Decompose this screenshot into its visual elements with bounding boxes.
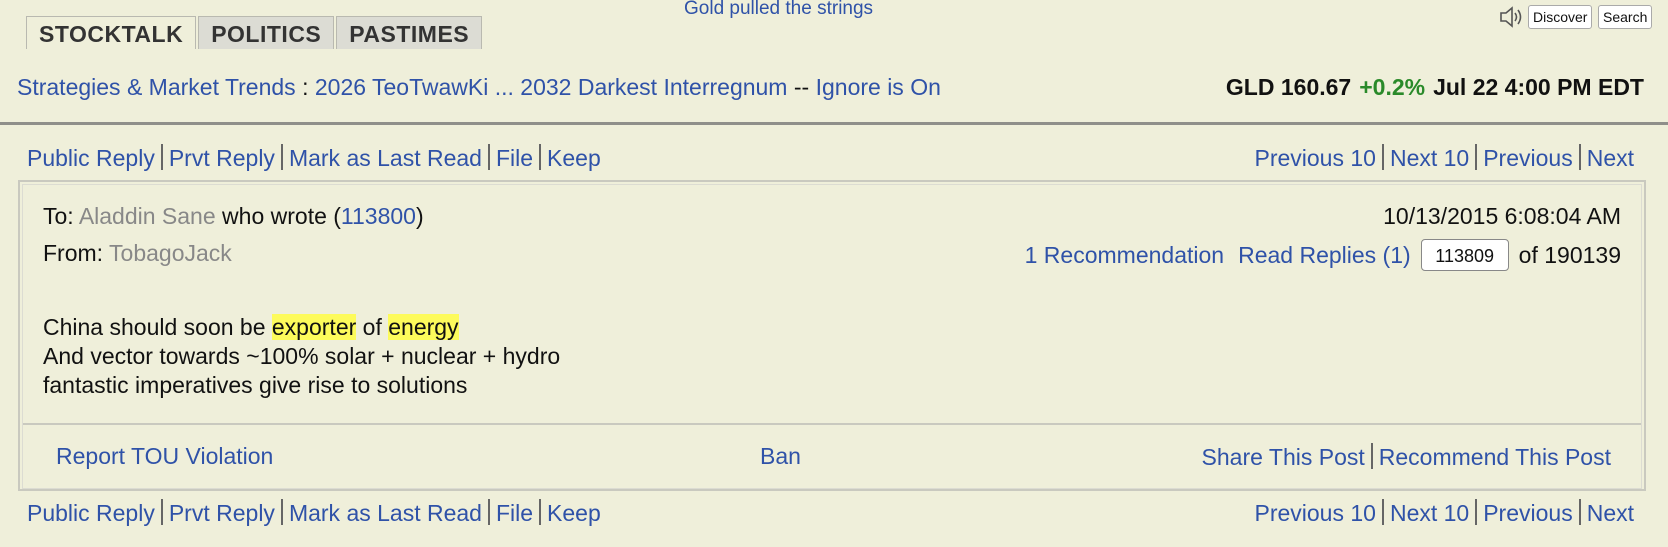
tab-pastimes[interactable]: PASTIMES: [336, 16, 483, 49]
section-tabs: STOCKTALK POLITICS PASTIMES: [26, 16, 484, 50]
file-link[interactable]: File: [496, 500, 533, 526]
previous-10-link[interactable]: Previous 10: [1254, 145, 1375, 171]
previous-link[interactable]: Previous: [1483, 145, 1572, 171]
keep-link[interactable]: Keep: [547, 500, 601, 526]
report-violation-link[interactable]: Report TOU Violation: [56, 443, 273, 470]
mark-last-read-link[interactable]: Mark as Last Read: [289, 500, 482, 526]
separator: [1578, 144, 1581, 170]
recommendations-link[interactable]: 1 Recommendation: [1025, 242, 1224, 269]
next-10-link[interactable]: Next 10: [1390, 500, 1469, 526]
thread-link[interactable]: 2026 TeoTwawKi ... 2032 Darkest Interreg…: [315, 74, 788, 100]
post-datetime: 10/13/2015 6:08:04 AM: [1383, 203, 1621, 229]
post-share-links: Share This Post Recommend This Post: [1202, 443, 1611, 471]
body-line-1: China should soon be exporter of energy: [43, 313, 560, 342]
separator: [280, 499, 283, 525]
to-line: To: Aladdin Sane who wrote (113800): [43, 203, 424, 230]
recommend-post-link[interactable]: Recommend This Post: [1379, 444, 1611, 470]
header-divider: [0, 122, 1668, 125]
highlighted-word: energy: [388, 314, 459, 340]
previous-10-link[interactable]: Previous 10: [1254, 500, 1375, 526]
private-reply-link[interactable]: Prvt Reply: [169, 500, 275, 526]
public-reply-link[interactable]: Public Reply: [27, 500, 155, 526]
board-link[interactable]: Strategies & Market Trends: [17, 74, 296, 100]
tab-stocktalk[interactable]: STOCKTALK: [26, 16, 197, 49]
next-10-link[interactable]: Next 10: [1390, 145, 1469, 171]
tab-politics[interactable]: POLITICS: [198, 16, 335, 49]
separator: [280, 144, 283, 170]
post-divider: [23, 423, 1641, 425]
separator: [160, 144, 163, 170]
separator: [1381, 499, 1384, 525]
breadcrumb: Strategies & Market Trends : 2026 TeoTwa…: [17, 74, 941, 101]
message-body: China should soon be exporter of energy …: [43, 313, 560, 400]
share-post-link[interactable]: Share This Post: [1202, 444, 1365, 470]
who-wrote-text: who wrote (: [222, 203, 341, 229]
file-link[interactable]: File: [496, 145, 533, 171]
message-inner: To: Aladdin Sane who wrote (113800) From…: [22, 184, 1642, 489]
headline-link[interactable]: Gold pulled the strings: [684, 0, 873, 20]
body-text: of: [356, 314, 389, 340]
separator: [1578, 499, 1581, 525]
separator: [160, 499, 163, 525]
body-text: China should soon be: [43, 314, 272, 340]
body-line-3: fantastic imperatives give rise to solut…: [43, 372, 468, 398]
separator: [1381, 144, 1384, 170]
message-number-input[interactable]: 113809: [1420, 239, 1509, 271]
message-post: To: Aladdin Sane who wrote (113800) From…: [18, 180, 1646, 491]
separator: [539, 144, 542, 170]
from-user-link[interactable]: TobagoJack: [109, 240, 232, 266]
public-reply-link[interactable]: Public Reply: [27, 145, 155, 171]
body-line-2: And vector towards ~100% solar + nuclear…: [43, 343, 561, 369]
previous-link[interactable]: Previous: [1483, 500, 1572, 526]
close-paren: ): [415, 203, 424, 229]
ignore-link[interactable]: Ignore is On: [816, 74, 941, 100]
read-replies-link[interactable]: Read Replies (1): [1238, 242, 1411, 269]
next-link[interactable]: Next: [1587, 500, 1634, 526]
next-link[interactable]: Next: [1587, 145, 1634, 171]
highlighted-word: exporter: [271, 314, 357, 340]
ticker-time: Jul 22 4:00 PM EDT: [1433, 74, 1644, 100]
from-label: From:: [43, 240, 104, 266]
separator: [487, 144, 490, 170]
speaker-icon[interactable]: [1498, 5, 1524, 29]
separator: [487, 499, 490, 525]
to-user-link[interactable]: Aladdin Sane: [79, 203, 216, 229]
search-button[interactable]: Search: [1598, 5, 1653, 29]
ticker-quote: GLD 160.67 +0.2% Jul 22 4:00 PM EDT: [1226, 74, 1644, 101]
from-line: From: TobagoJack: [43, 240, 232, 267]
keep-link[interactable]: Keep: [547, 145, 601, 171]
ban-link[interactable]: Ban: [760, 443, 801, 470]
ticker-change: +0.2%: [1359, 74, 1426, 100]
to-label: To:: [43, 203, 74, 229]
separator: [1475, 499, 1478, 525]
mark-last-read-link[interactable]: Mark as Last Read: [289, 145, 482, 171]
reply-to-message-link[interactable]: 113800: [341, 203, 416, 229]
message-total: of 190139: [1518, 241, 1621, 268]
post-meta: 1 Recommendation Read Replies (1) 113809…: [1025, 239, 1621, 271]
discover-button[interactable]: Discover: [1528, 5, 1593, 29]
breadcrumb-separator: :: [302, 74, 309, 100]
separator: [539, 499, 542, 525]
separator: [1370, 443, 1373, 469]
breadcrumb-dash: --: [793, 74, 810, 100]
ticker-price[interactable]: GLD 160.67: [1226, 74, 1351, 100]
separator: [1475, 144, 1478, 170]
private-reply-link[interactable]: Prvt Reply: [169, 145, 275, 171]
